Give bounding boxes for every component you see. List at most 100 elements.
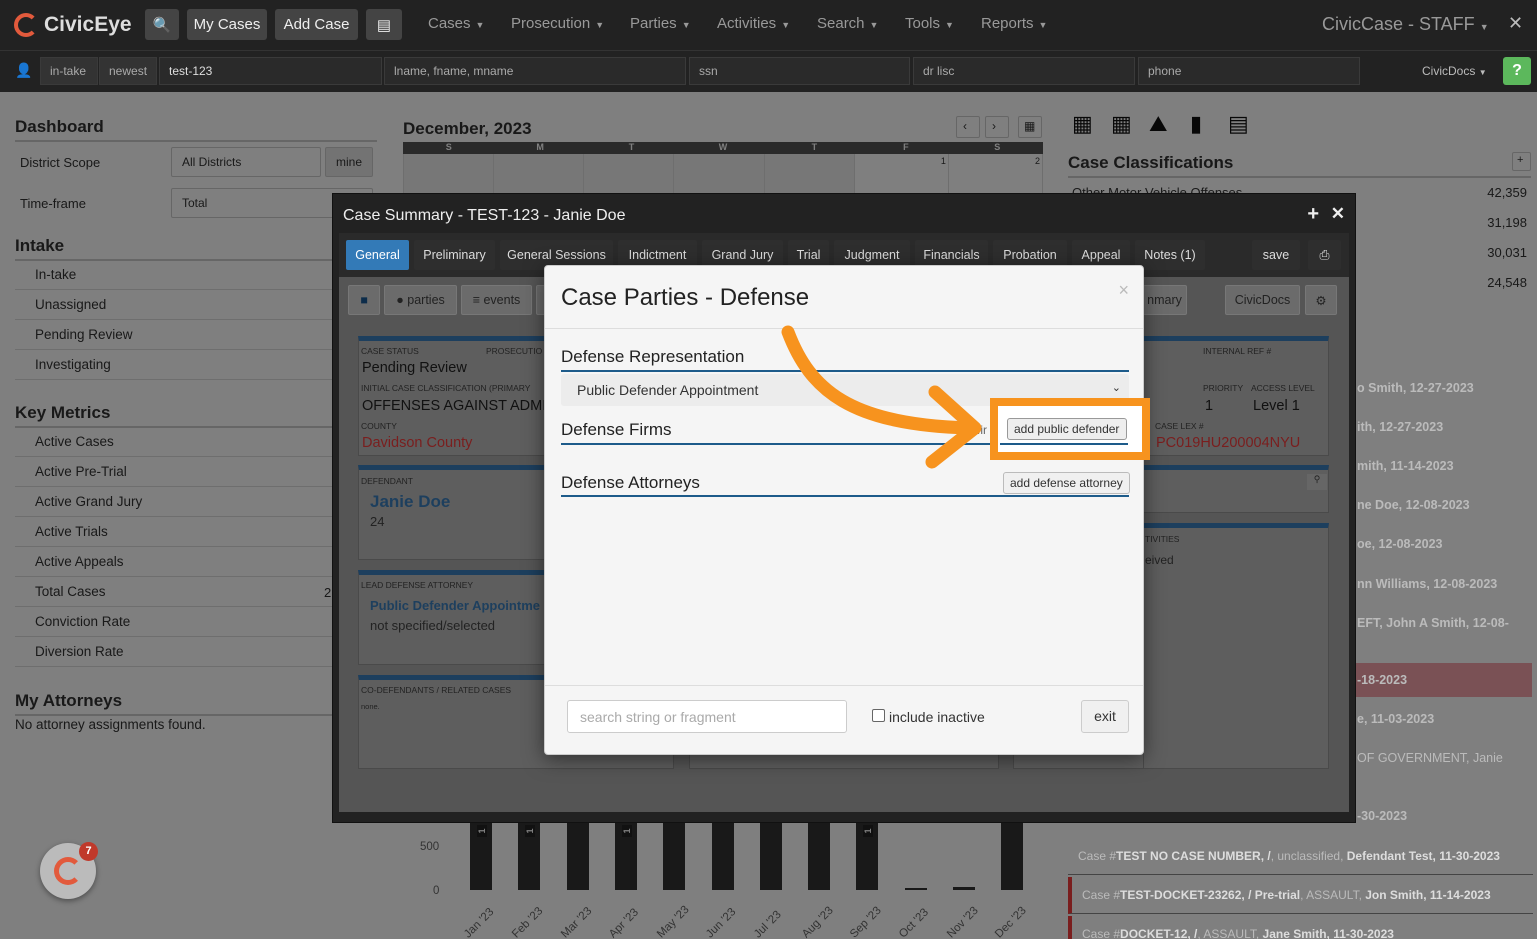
lead-attorney-label: LEAD DEFENSE ATTORNEY	[361, 580, 474, 590]
defendant-name[interactable]: Janie Doe	[370, 492, 450, 512]
dl-input[interactable]: dr lisc	[913, 57, 1135, 85]
case-number-input[interactable]: test-123	[159, 57, 382, 85]
exit-button[interactable]: exit	[1081, 700, 1129, 733]
search-icon: 🔍	[152, 16, 172, 34]
search-button[interactable]: 🔍	[145, 9, 179, 40]
priority-label: PRIORITY	[1203, 383, 1244, 393]
recent-case[interactable]: o Smith, 12-27-2023	[1357, 381, 1474, 395]
recent-case[interactable]: nn Williams, 12-08-2023	[1357, 577, 1497, 591]
app-title[interactable]: CivicCase - STAFF ▼	[1322, 14, 1489, 35]
settings-button[interactable]: ⚙	[1305, 285, 1337, 315]
brand-logo[interactable]: CivicEye	[14, 10, 132, 40]
internal-ref-label: INTERNAL REF #	[1203, 346, 1272, 356]
initial-class-label: INITIAL CASE CLASSIFICATION (PRIMARY	[361, 383, 531, 393]
add-public-defender-button[interactable]: add public defender	[1007, 418, 1127, 440]
access-level-label: ACCESS LEVEL	[1251, 383, 1315, 393]
menu-search[interactable]: Search ▼	[817, 15, 878, 32]
priority-value: 1	[1205, 398, 1214, 414]
menu-activities[interactable]: Activities ▼	[717, 15, 790, 32]
civiceye-logo-icon	[14, 13, 38, 37]
intake-toggle[interactable]: in-take	[40, 57, 98, 85]
menu-tools[interactable]: Tools ▼	[905, 15, 954, 32]
search-panel	[1143, 465, 1329, 513]
recent-case[interactable]: oe, 12-08-2023	[1357, 537, 1442, 551]
divider	[561, 495, 1129, 497]
my-cases-button[interactable]: My Cases	[187, 9, 267, 40]
tab-notes[interactable]: Notes (1)	[1135, 240, 1205, 270]
divider	[1000, 443, 1128, 445]
case-status-label: CASE STATUS	[361, 346, 419, 356]
case-lex-label: CASE LEX #	[1155, 421, 1204, 431]
menu-prosecution[interactable]: Prosecution ▼	[511, 15, 604, 32]
list-icon: ≡	[472, 293, 484, 307]
tab-general[interactable]: General	[346, 240, 409, 270]
defense-attorneys-title: Defense Attorneys	[561, 473, 700, 492]
close-icon[interactable]: ✕	[1331, 204, 1345, 224]
plus-icon[interactable]: +	[1307, 203, 1319, 226]
list-icon: ▤	[376, 16, 392, 34]
activities-label: TIVITIES	[1145, 534, 1180, 544]
county-value: Davidson County	[362, 435, 473, 451]
add-defense-attorney-button[interactable]: add defense attorney	[1003, 472, 1130, 494]
include-inactive-label: include inactive	[889, 709, 985, 725]
recent-case[interactable]: mith, 11-14-2023	[1357, 459, 1454, 473]
activities-value: eived	[1145, 553, 1174, 567]
ssn-input[interactable]: ssn	[689, 57, 910, 85]
tab-preliminary[interactable]: Preliminary	[414, 240, 495, 270]
modal-close-button[interactable]: ×	[1118, 280, 1129, 301]
include-inactive-checkbox[interactable]	[872, 709, 885, 722]
recent-case[interactable]: ith, 12-27-2023	[1357, 420, 1443, 434]
search-icon[interactable]: ⚲	[1307, 474, 1327, 490]
gear-icon: ⚙	[1315, 293, 1327, 308]
defense-firms-title: Defense Firms	[561, 420, 672, 439]
recent-case[interactable]: e, 11-03-2023	[1357, 712, 1434, 726]
chat-icon	[54, 857, 82, 885]
lead-attorney-value[interactable]: Public Defender Appointme	[370, 598, 546, 613]
civicdocs-dropdown[interactable]: CivicDocs ▼	[1422, 64, 1487, 78]
close-icon[interactable]: ✕	[1508, 13, 1523, 34]
menu-cases[interactable]: Cases ▼	[428, 15, 484, 32]
chat-badge: 7	[79, 842, 98, 861]
modal-title: Case Parties - Defense	[561, 284, 810, 311]
print-button[interactable]: ⎙	[1308, 240, 1341, 270]
recent-case[interactable]: OF GOVERNMENT, Janie	[1357, 751, 1503, 765]
summary-button[interactable]: nmary	[1143, 285, 1187, 315]
recent-case[interactable]: -18-2023	[1357, 673, 1407, 687]
parties-button[interactable]: ● parties	[384, 285, 457, 315]
user-icon: 👤	[15, 62, 33, 78]
county-label: COUNTY	[361, 421, 397, 431]
access-level-value: Level 1	[1253, 398, 1300, 414]
menu-reports[interactable]: Reports ▼	[981, 15, 1047, 32]
newest-toggle[interactable]: newest	[99, 57, 157, 85]
case-status-value: Pending Review	[362, 360, 467, 376]
case-summary-title: Case Summary - TEST-123 - Janie Doe	[343, 207, 626, 224]
add-case-button[interactable]: Add Case	[275, 9, 358, 40]
civicdocs-button[interactable]: CivicDocs	[1225, 285, 1300, 315]
notes-button[interactable]: ▤	[366, 9, 402, 40]
case-list-item[interactable]: Case #TEST NO CASE NUMBER, /, unclassifi…	[1068, 838, 1533, 875]
help-button[interactable]: ?	[1503, 57, 1531, 85]
prosecution-label: PROSECUTIO	[486, 346, 543, 356]
defendant-label: DEFENDANT	[361, 476, 413, 486]
folder-button[interactable]: ■	[348, 285, 380, 315]
codefendants-value: none.	[361, 702, 380, 711]
recent-case[interactable]: EFT, John A Smith, 12-08-	[1357, 616, 1509, 630]
menu-parties[interactable]: Parties ▼	[630, 15, 691, 32]
case-list-item[interactable]: Case #DOCKET-12, /, ASSAULT, Jane Smith,…	[1068, 916, 1533, 939]
user-icon: ●	[396, 293, 408, 307]
party-search-input[interactable]: search string or fragment	[567, 700, 847, 733]
annotation-arrow	[781, 325, 982, 469]
lead-attorney-sub: not specified/selected	[370, 618, 496, 633]
recent-case[interactable]: ne Doe, 12-08-2023	[1357, 498, 1470, 512]
case-list-item[interactable]: Case #TEST-DOCKET-23262, / Pre-trial, AS…	[1068, 877, 1533, 914]
defendant-age: 24	[370, 514, 385, 529]
folder-icon: ■	[360, 293, 368, 307]
phone-input[interactable]: phone	[1138, 57, 1360, 85]
save-button[interactable]: save	[1252, 240, 1300, 270]
name-input[interactable]: lname, fname, mname	[384, 57, 686, 85]
recent-case[interactable]: -30-2023	[1357, 809, 1407, 823]
events-button[interactable]: ≡ events	[461, 285, 532, 315]
case-lex-value: PC019HU200004NYU	[1156, 435, 1301, 451]
divider	[545, 685, 1143, 686]
print-icon: ⎙	[1319, 247, 1330, 262]
